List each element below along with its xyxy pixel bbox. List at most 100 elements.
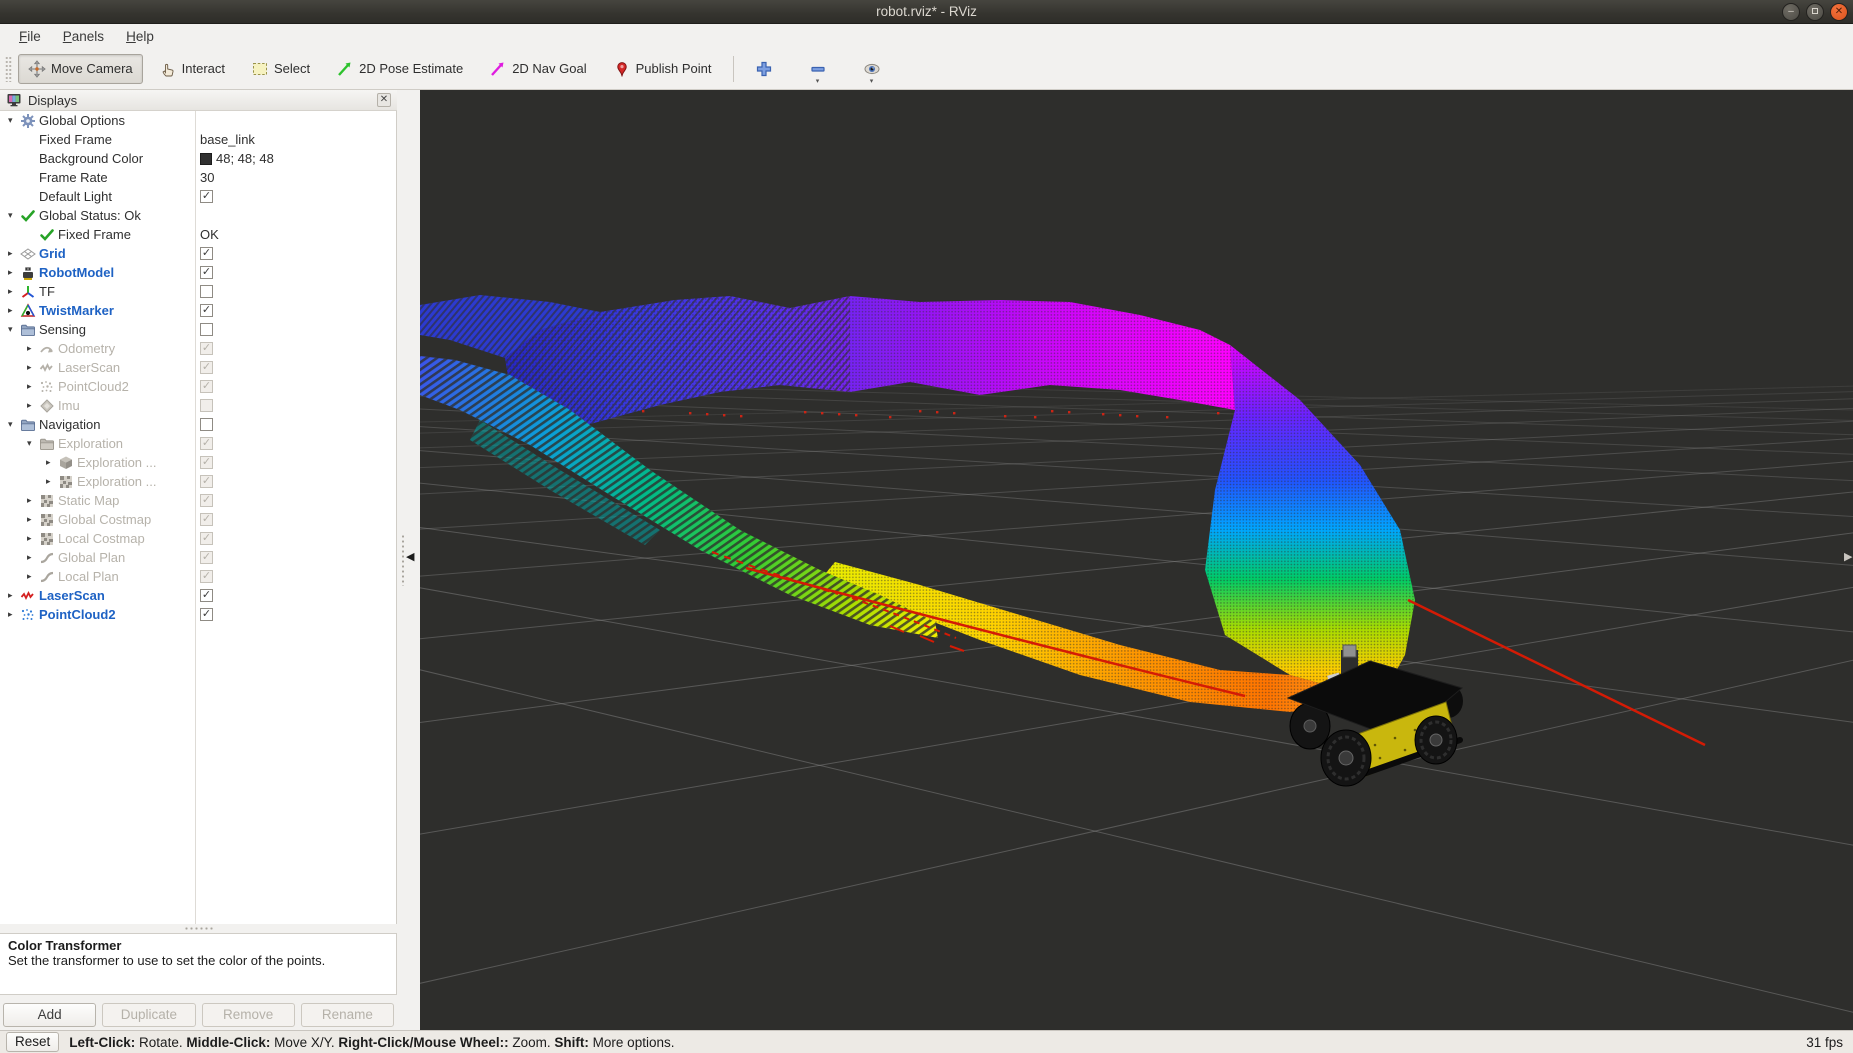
enabled-checkbox[interactable] xyxy=(200,323,213,336)
expander-icon[interactable]: ▸ xyxy=(27,571,39,582)
add-button[interactable]: Add xyxy=(3,1003,96,1027)
tree-value[interactable]: 30 xyxy=(200,168,214,187)
enabled-checkbox: ✓ xyxy=(200,456,213,469)
tree-row-exploration[interactable]: ▸Exploration ...✓ xyxy=(0,453,396,472)
tree-row-global-costmap[interactable]: ▸Global Costmap✓ xyxy=(0,510,396,529)
remove-tool-minus-button[interactable]: ▾ xyxy=(799,54,837,84)
reset-button[interactable]: Reset xyxy=(6,1032,59,1052)
expander-icon[interactable]: ▸ xyxy=(27,552,39,563)
tool-2d-nav-goal[interactable]: 2D Nav Goal xyxy=(479,54,596,84)
expander-icon[interactable]: ▸ xyxy=(27,514,39,525)
expander-icon[interactable]: ▸ xyxy=(27,533,39,544)
tree-row-frame-rate[interactable]: Frame Rate30 xyxy=(0,168,396,187)
enabled-checkbox[interactable] xyxy=(200,285,213,298)
render-viewport[interactable]: ▶ xyxy=(420,90,1853,1030)
tree-value[interactable]: base_link xyxy=(200,130,255,149)
tree-row-robotmodel[interactable]: ▸RobotModel✓ xyxy=(0,263,396,282)
expander-icon[interactable]: ▸ xyxy=(46,457,58,468)
expander-icon[interactable]: ▾ xyxy=(8,210,20,221)
tree-row-global-options[interactable]: ▾ Global Options xyxy=(0,111,396,130)
tree-row-sensing[interactable]: ▾Sensing xyxy=(0,320,396,339)
eye-button[interactable]: ▾ xyxy=(853,54,891,84)
tree-row-tf[interactable]: ▸TF xyxy=(0,282,396,301)
tree-row-static-map[interactable]: ▸Static Map✓ xyxy=(0,491,396,510)
help-text: Set the transformer to use to set the co… xyxy=(8,953,388,968)
enabled-checkbox[interactable]: ✓ xyxy=(200,266,213,279)
expander-icon[interactable]: ▾ xyxy=(8,419,20,430)
expander-icon[interactable]: ▾ xyxy=(8,115,20,126)
tree-row-twistmarker[interactable]: ▸TwistMarker✓ xyxy=(0,301,396,320)
tree-value[interactable]: 48; 48; 48 xyxy=(200,149,274,168)
tree-row-global-status-ok[interactable]: ▾Global Status: Ok xyxy=(0,206,396,225)
tree-row-local-plan[interactable]: ▸Local Plan✓ xyxy=(0,567,396,586)
maximize-button[interactable] xyxy=(1806,3,1824,21)
expander-icon[interactable]: ▸ xyxy=(8,267,20,278)
tree-row-exploration[interactable]: ▾Exploration✓ xyxy=(0,434,396,453)
title-bar[interactable]: robot.rviz* - RViz – ✕ xyxy=(0,0,1853,24)
panel-close-icon[interactable]: ✕ xyxy=(377,93,391,107)
tree-help-splitter[interactable] xyxy=(0,924,397,933)
expander-icon[interactable]: ▾ xyxy=(8,324,20,335)
tree-label: Grid xyxy=(39,246,66,261)
tree-value[interactable]: OK xyxy=(200,225,219,244)
displays-panel: Displays ✕ ▾ Global Options Fixed Framebas… xyxy=(0,90,397,1030)
expander-icon[interactable]: ▸ xyxy=(8,305,20,316)
tree-row-fixed-frame[interactable]: Fixed Framebase_link xyxy=(0,130,396,149)
tool-move-camera[interactable]: Move Camera xyxy=(18,54,143,84)
toolbar-drag-handle[interactable] xyxy=(5,56,12,82)
tree-label: Global Options xyxy=(39,113,125,128)
tree-label: Default Light xyxy=(39,189,112,204)
tool-interact[interactable]: Interact xyxy=(149,54,235,84)
expander-icon[interactable]: ▸ xyxy=(8,286,20,297)
tree-row-pointcloud2[interactable]: ▸PointCloud2✓ xyxy=(0,605,396,624)
tree-row-default-light[interactable]: Default Light ✓ xyxy=(0,187,396,206)
expander-icon[interactable]: ▸ xyxy=(8,590,20,601)
expander-icon[interactable]: ▾ xyxy=(27,438,39,449)
expander-icon[interactable]: ▸ xyxy=(27,381,39,392)
tree-row-background-color[interactable]: Background Color48; 48; 48 xyxy=(0,149,396,168)
expander-icon[interactable]: ▸ xyxy=(46,476,58,487)
menu-item-help[interactable]: Help xyxy=(117,27,163,46)
tree-row-laserscan[interactable]: ▸LaserScan✓ xyxy=(0,586,396,605)
enabled-checkbox[interactable]: ✓ xyxy=(200,247,213,260)
close-button[interactable]: ✕ xyxy=(1830,3,1848,21)
tree-row-fixed-frame[interactable]: Fixed FrameOK xyxy=(0,225,396,244)
enabled-checkbox[interactable]: ✓ xyxy=(200,304,213,317)
expander-icon[interactable]: ▸ xyxy=(27,362,39,373)
panel-view-splitter[interactable]: ◀ xyxy=(397,90,420,1030)
tree-row-odometry[interactable]: ▸Odometry✓ xyxy=(0,339,396,358)
collapse-left-icon[interactable]: ◀ xyxy=(406,550,414,563)
expander-icon[interactable]: ▸ xyxy=(27,400,39,411)
tree-row-pointcloud2[interactable]: ▸PointCloud2✓ xyxy=(0,377,396,396)
scene-svg[interactable] xyxy=(420,90,1853,1030)
minimize-button[interactable]: – xyxy=(1782,3,1800,21)
enabled-checkbox[interactable] xyxy=(200,418,213,431)
status-ok-icon xyxy=(39,227,55,243)
collapse-right-strip[interactable]: ▶ xyxy=(1846,90,1853,1030)
expander-icon[interactable]: ▸ xyxy=(8,248,20,259)
tool-publish-point[interactable]: Publish Point xyxy=(603,54,722,84)
enabled-checkbox[interactable]: ✓ xyxy=(200,190,213,203)
enabled-checkbox[interactable]: ✓ xyxy=(200,608,213,621)
tree-row-exploration[interactable]: ▸Exploration ...✓ xyxy=(0,472,396,491)
tool-select[interactable]: Select xyxy=(241,54,320,84)
expander-icon[interactable]: ▸ xyxy=(27,343,39,354)
tree-row-navigation[interactable]: ▾Navigation xyxy=(0,415,396,434)
tree-row-grid[interactable]: ▸ Grid ✓ xyxy=(0,244,396,263)
add-tool-plus-button[interactable] xyxy=(745,54,783,84)
window-title: robot.rviz* - RViz xyxy=(876,4,977,19)
menu-item-panels[interactable]: Panels xyxy=(54,27,113,46)
enabled-checkbox[interactable]: ✓ xyxy=(200,589,213,602)
expander-icon[interactable]: ▸ xyxy=(8,609,20,620)
tree-row-global-plan[interactable]: ▸Global Plan✓ xyxy=(0,548,396,567)
expander-icon[interactable]: ▸ xyxy=(27,495,39,506)
tree-row-local-costmap[interactable]: ▸Local Costmap✓ xyxy=(0,529,396,548)
menu-item-file[interactable]: File xyxy=(10,27,50,46)
tree-row-laserscan[interactable]: ▸LaserScan✓ xyxy=(0,358,396,377)
displays-panel-header[interactable]: Displays ✕ xyxy=(0,90,397,111)
collapse-right-icon[interactable]: ▶ xyxy=(1844,550,1852,563)
tool-2d-pose-estimate[interactable]: 2D Pose Estimate xyxy=(326,54,473,84)
toolbar-tools: Move CameraInteractSelect2D Pose Estimat… xyxy=(15,54,725,84)
displays-tree: ▾ Global Options Fixed Framebase_linkBackg… xyxy=(0,111,397,924)
tree-row-imu[interactable]: ▸Imu xyxy=(0,396,396,415)
